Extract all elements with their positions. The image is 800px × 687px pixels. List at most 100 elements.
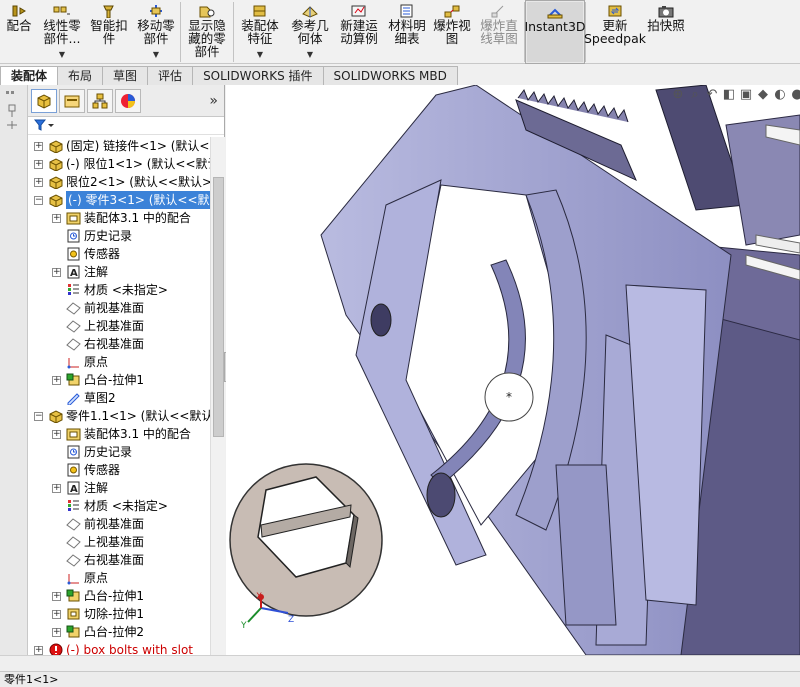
previous-view-icon[interactable]: ↶ (705, 87, 719, 102)
tab-5[interactable]: SOLIDWORKS MBD (322, 66, 458, 85)
annotation-icon: A (67, 265, 80, 279)
tab-0[interactable]: 装配体 (0, 66, 59, 86)
expand-icon[interactable]: + (34, 178, 43, 187)
smart-fasteners-button[interactable]: 智能扣 件 (86, 0, 132, 64)
configuration-manager-tab[interactable] (87, 88, 113, 113)
tree-row[interactable]: + 装配体3.1 中的配合 (28, 425, 210, 443)
chevron-down-icon[interactable]: ▼ (257, 48, 263, 61)
expand-icon[interactable]: + (52, 484, 61, 493)
boss-extrude-icon (66, 625, 80, 638)
tree-row[interactable]: 材质 <未指定> (28, 497, 210, 515)
tree-scroll-thumb[interactable] (213, 177, 224, 437)
chevron-down-icon[interactable]: ▼ (307, 48, 313, 61)
explode-line-sketch-button[interactable]: 爆炸直 线草图 (474, 0, 524, 64)
tree-row[interactable]: + A 注解 (28, 479, 210, 497)
tree-row[interactable]: 前视基准面 (28, 299, 210, 317)
assembly-features-button[interactable]: 装配体 特征 ▼ (234, 0, 286, 64)
mates-folder-icon (66, 212, 81, 225)
tree-row[interactable]: 传感器 (28, 461, 210, 479)
tree-row-label: 草图2 (84, 391, 116, 405)
tree-vertical-scrollbar[interactable] (210, 137, 225, 655)
svg-text:A: A (70, 268, 78, 279)
tree-row[interactable]: 原点 (28, 353, 210, 371)
tab-4[interactable]: SOLIDWORKS 插件 (192, 66, 324, 85)
tree-row[interactable]: − 零件1.1<1> (默认<<默认 (28, 407, 210, 425)
tree-row-label: 凸台-拉伸1 (84, 373, 144, 387)
exploded-view-button[interactable]: 爆炸视 图 (430, 0, 474, 64)
show-hidden-button[interactable]: 显示隐 藏的零 部件 (181, 0, 233, 64)
chevron-down-icon[interactable]: ▼ (59, 48, 65, 61)
tree-row[interactable]: 传感器 (28, 245, 210, 263)
collapse-icon[interactable]: − (34, 412, 43, 421)
bom-button[interactable]: 材料明 细表 (384, 0, 430, 64)
tree-row[interactable]: + 装配体3.1 中的配合 (28, 209, 210, 227)
new-motion-study-button[interactable]: 新建运 动算例 (334, 0, 384, 64)
expand-icon[interactable]: + (52, 610, 61, 619)
section-view-icon[interactable]: ◧ (722, 87, 736, 102)
expand-icon[interactable]: + (52, 214, 61, 223)
collapse-icon[interactable]: − (34, 196, 43, 205)
expand-icon[interactable]: + (52, 592, 61, 601)
tree-filter-bar[interactable] (28, 117, 224, 135)
move-component-button[interactable]: 移动零 部件 ▼ (132, 0, 180, 64)
tree-row[interactable]: + 凸台-拉伸2 (28, 623, 210, 641)
pin-icon[interactable] (0, 85, 28, 145)
bom-label: 材料明 细表 (388, 18, 426, 46)
view-orientation-icon[interactable]: ▣ (739, 87, 753, 102)
instant3d-button[interactable]: Instant3D (524, 0, 586, 64)
expand-icon[interactable]: + (34, 160, 43, 169)
tree-row[interactable]: 上视基准面 (28, 317, 210, 335)
tree-row[interactable]: 右视基准面 (28, 551, 210, 569)
zoom-to-fit-icon[interactable]: ⊕ (671, 87, 685, 102)
tree-row[interactable]: + 切除-拉伸1 (28, 605, 210, 623)
tree-row[interactable]: 材质 <未指定> (28, 281, 210, 299)
tree-row[interactable]: 右视基准面 (28, 335, 210, 353)
triad-z-label: Z (288, 615, 294, 625)
reference-geometry-button[interactable]: 参考几 何体 ▼ (286, 0, 334, 64)
display-manager-tab[interactable] (115, 88, 141, 113)
tab-1[interactable]: 布局 (57, 66, 104, 85)
appearance-icon[interactable]: ● (790, 87, 800, 102)
tree-row[interactable]: + 限位2<1> (默认<<默认> (28, 173, 210, 191)
tree-row[interactable]: + (固定) 链接件<1> (默认<<默 (28, 137, 210, 155)
tree-row-label: 材质 <未指定> (84, 283, 168, 297)
tab-3[interactable]: 评估 (147, 66, 194, 85)
expand-icon[interactable]: + (52, 376, 61, 385)
tree-row[interactable]: + A 注解 (28, 263, 210, 281)
show-hidden-icon (199, 6, 215, 18)
snapshot-button[interactable]: 拍快照 (644, 0, 688, 64)
tree-row[interactable]: 历史记录 (28, 227, 210, 245)
speedpak-button[interactable]: 更新 Speedpak (584, 0, 646, 64)
snapshot-label: 拍快照 (647, 18, 685, 33)
expand-icon[interactable]: + (34, 646, 43, 655)
tree-row[interactable]: 前视基准面 (28, 515, 210, 533)
assembly-3d-view[interactable]: * X Y Z (226, 85, 800, 655)
expand-icon[interactable]: + (34, 142, 43, 151)
tab-2[interactable]: 草图 (102, 66, 149, 85)
display-style-icon[interactable]: ◆ (756, 87, 770, 102)
tree-row[interactable]: 草图2 (28, 389, 210, 407)
tree-row[interactable]: 上视基准面 (28, 533, 210, 551)
tree-row[interactable]: + 凸台-拉伸1 (28, 587, 210, 605)
tree-row[interactable]: + 凸台-拉伸1 (28, 371, 210, 389)
smart-fasteners-label: 智能扣 件 (90, 18, 128, 46)
graphics-viewport[interactable]: * X Y Z ⊕ ⌕ ↶ ◧ ▣ ◆ ◐ ● (226, 85, 800, 655)
linear-pattern-button[interactable]: 线性零 部件... ▼ (38, 0, 86, 64)
panel-expand-icon[interactable]: » (209, 93, 218, 109)
sensor-icon (67, 463, 80, 477)
property-manager-tab[interactable] (59, 88, 85, 113)
tree-row[interactable]: + (-) 限位1<1> (默认<<默认 (28, 155, 210, 173)
hide-show-icon[interactable]: ◐ (773, 87, 787, 102)
tree-row[interactable]: + (-) box bolts with slot (28, 641, 210, 655)
expand-icon[interactable]: + (52, 628, 61, 637)
tree-row[interactable]: 原点 (28, 569, 210, 587)
tree-row[interactable]: 历史记录 (28, 443, 210, 461)
tree-row[interactable]: − (-) 零件3<1> (默认<<默认 (28, 191, 210, 209)
mate-button[interactable]: 配合 (0, 0, 38, 64)
history-icon (67, 229, 80, 243)
expand-icon[interactable]: + (52, 430, 61, 439)
expand-icon[interactable]: + (52, 268, 61, 277)
chevron-down-icon[interactable]: ▼ (153, 48, 159, 61)
zoom-area-icon[interactable]: ⌕ (688, 87, 702, 102)
feature-manager-tab[interactable] (31, 88, 57, 113)
